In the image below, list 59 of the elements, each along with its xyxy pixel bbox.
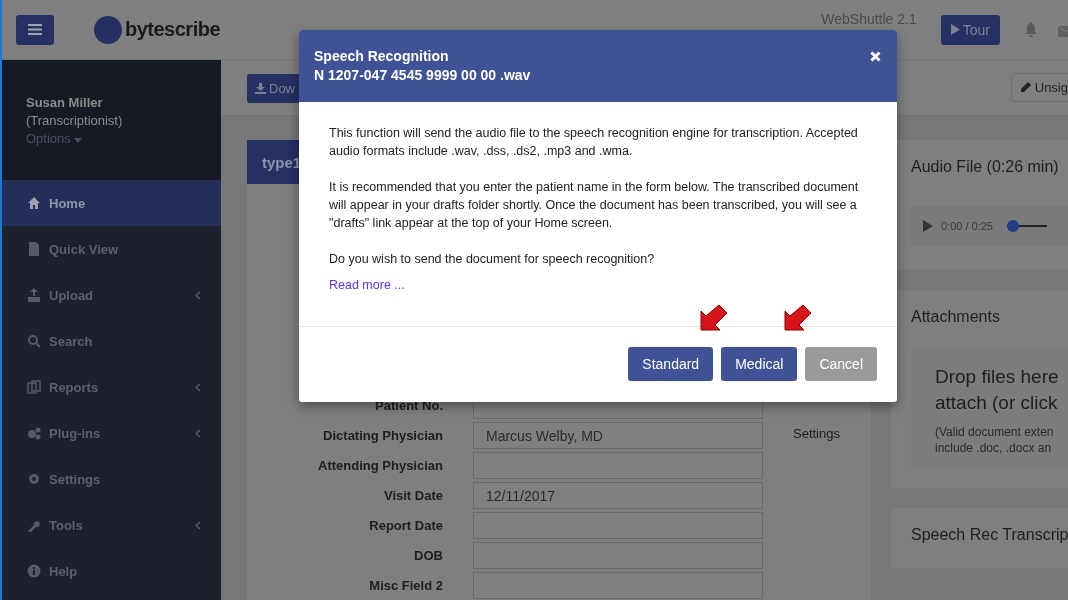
- input-field[interactable]: Marcus Welby, MD: [473, 421, 763, 449]
- settings-link[interactable]: Settings: [793, 426, 840, 442]
- card-title: Attachments: [911, 308, 1001, 326]
- upload-icon: [27, 288, 41, 302]
- sidebar-item[interactable]: Plug-ins: [2, 410, 221, 456]
- bell-icon[interactable]: [1024, 22, 1038, 37]
- note-text: (Valid document exten: [935, 424, 1054, 440]
- gears-icon: [27, 426, 41, 440]
- logo: bytescribe: [94, 15, 221, 44]
- dialog-title: Speech Recognition: [314, 47, 450, 66]
- settings-icon: [27, 472, 41, 486]
- card-title: Audio File (0:26 min): [911, 158, 1060, 176]
- field-label: DOB: [413, 547, 443, 563]
- wrench-icon: [27, 518, 41, 532]
- documents-icon: [27, 380, 41, 394]
- sidebar-item[interactable]: Reports: [2, 364, 221, 410]
- close-icon[interactable]: [870, 51, 881, 62]
- user-name: Susan Miller: [26, 94, 103, 112]
- tour-button[interactable]: Tour: [940, 14, 1000, 45]
- drop-text: Drop files here: [935, 365, 1059, 389]
- field-label: Report Date: [368, 517, 443, 533]
- home-icon: [27, 196, 41, 210]
- drop-text: attach (or click: [935, 391, 1058, 415]
- unsign-button[interactable]: Unsig: [1010, 73, 1068, 102]
- download-icon: [255, 83, 266, 94]
- sidebar-item[interactable]: Home: [2, 180, 221, 226]
- sidebar-item[interactable]: Quick View: [2, 226, 221, 272]
- sidebar-item[interactable]: Help: [2, 548, 221, 594]
- pencil-icon: [1019, 82, 1031, 93]
- dialog-text: It is recommended that you enter the patient name in the form below. The transcribed document will appear in your drafts folder shortly. Once the document has been transcribed, you will see a "drafts" link appear at the top of your Home screen.: [329, 179, 860, 232]
- menu-icon: [28, 24, 42, 35]
- slider-thumb[interactable]: [1007, 220, 1019, 232]
- dialog-button[interactable]: Medical: [721, 347, 798, 381]
- options-dropdown[interactable]: Options: [26, 130, 83, 148]
- sidebar-item[interactable]: Settings: [2, 456, 221, 502]
- note-text: include .doc, .docx an: [935, 440, 1052, 456]
- field-label: Visit Date: [383, 487, 443, 503]
- input-field[interactable]: 12/11/2017: [473, 481, 763, 509]
- file-icon: [27, 242, 41, 256]
- user-role: (Transcriptionist): [26, 112, 123, 130]
- card-title: Speech Rec Transcrip: [911, 526, 1068, 544]
- dialog-text: Do you wish to send the document for speech recognition?: [329, 251, 655, 268]
- dialog-text: This function will send the audio file to the speech recognition engine for transcription. Accepted audio formats include .wav, .dss, .ds2, .mp3 and .wma.: [329, 125, 859, 160]
- sidebar-item[interactable]: Upload: [2, 272, 221, 318]
- field-label: Misc Field 2: [368, 577, 443, 593]
- menu-button[interactable]: [16, 14, 54, 45]
- play-icon: [950, 24, 960, 35]
- play-icon[interactable]: [923, 220, 933, 232]
- field-label: Dictating Physician: [322, 427, 443, 443]
- dialog-button[interactable]: Standard: [628, 347, 714, 381]
- info-icon: [27, 564, 41, 578]
- sidebar-item[interactable]: Tools: [2, 502, 221, 548]
- audio-player[interactable]: 0:00 / 0:25: [911, 206, 1068, 246]
- search-icon: [27, 334, 41, 348]
- sidebar-item[interactable]: Search: [2, 318, 221, 364]
- time-readout: 0:00 / 0:25: [941, 220, 993, 232]
- read-more-link[interactable]: Read more ...: [329, 278, 405, 292]
- field-label: Attending Physician: [317, 457, 443, 473]
- caret-icon: [74, 138, 83, 143]
